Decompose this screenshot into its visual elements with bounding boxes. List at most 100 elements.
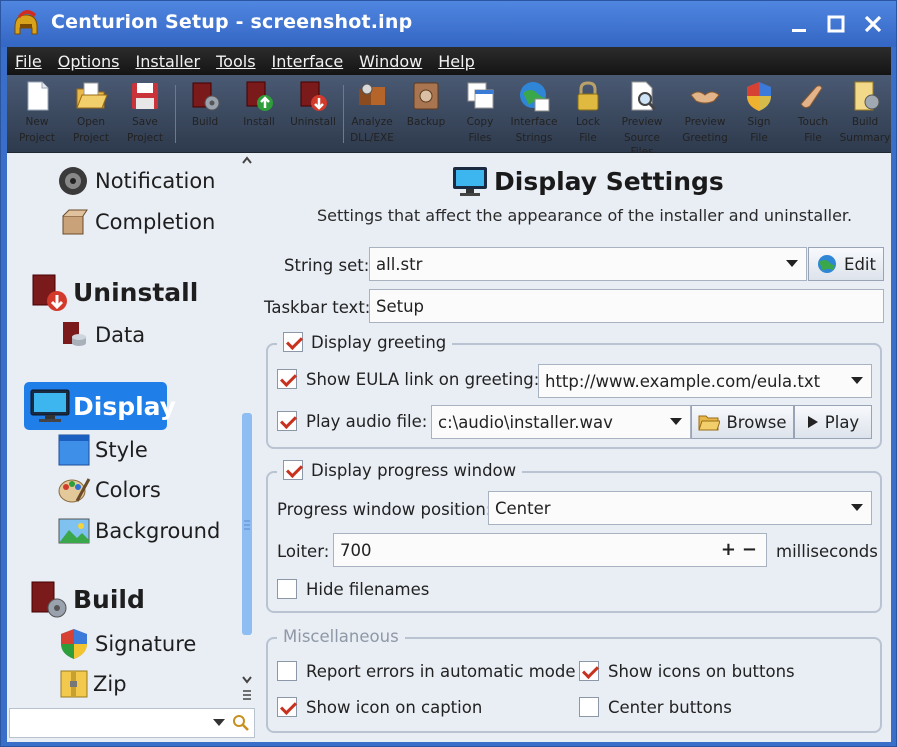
analyze-label-2: DLL/EXE <box>350 132 394 144</box>
uninstall-button[interactable]: Uninstall <box>286 79 340 151</box>
sign-file-button[interactable]: Sign File <box>732 79 786 151</box>
play-audio-checkbox[interactable] <box>277 411 297 431</box>
interface-strings-label-2: Strings <box>515 132 553 144</box>
display-progress-checkbox[interactable] <box>283 460 303 480</box>
sidebar-item-colors[interactable]: Colors <box>57 473 161 507</box>
sidebar-item-label: Notification <box>95 169 216 193</box>
loiter-value: 700 <box>340 540 372 560</box>
maximize-button[interactable] <box>821 9 851 39</box>
sidebar-item-build[interactable]: Build <box>27 578 145 620</box>
build-summary-label-1: Build <box>851 116 879 128</box>
menu-file[interactable]: File <box>7 52 50 71</box>
folder-icon <box>698 415 721 431</box>
menu-interface[interactable]: Interface <box>264 52 352 71</box>
interface-strings-button[interactable]: Interface Strings <box>507 79 561 151</box>
preview-source-button[interactable]: Preview Source Files <box>615 79 669 158</box>
edit-button[interactable]: Edit <box>808 247 884 281</box>
progress-position-label: Progress window position: <box>277 500 492 519</box>
chevron-down-icon[interactable] <box>212 717 226 727</box>
show-icon-caption-row[interactable]: Show icon on caption <box>277 697 482 717</box>
audio-file-dropdown[interactable]: c:\audio\installer.wav <box>431 405 691 439</box>
sidebar-item-uninstall[interactable]: Uninstall <box>27 271 198 313</box>
copy-files-label-2: Files <box>468 132 492 144</box>
string-set-dropdown[interactable]: all.str <box>369 247 807 281</box>
taskbar-text-input[interactable]: Setup <box>369 289 884 323</box>
menu-options[interactable]: Options <box>50 52 128 71</box>
analyze-label-1: Analyze <box>351 116 393 128</box>
progress-window-legend[interactable]: Display progress window <box>277 460 523 480</box>
menu-tools[interactable]: Tools <box>208 52 263 71</box>
sign-file-icon <box>747 82 771 111</box>
analyze-icon <box>359 83 385 105</box>
sidebar-item-background[interactable]: Background <box>57 514 220 548</box>
install-button[interactable]: Install <box>232 79 286 151</box>
sidebar-item-label: Completion <box>95 210 216 234</box>
build-button[interactable]: Build <box>178 79 232 151</box>
app-window: Centurion Setup - screenshot.inp File Op… <box>0 0 897 747</box>
sidebar-item-display[interactable]: Display <box>24 382 176 430</box>
lock-file-button[interactable]: Lock File <box>561 79 615 151</box>
loiter-decrement-button[interactable]: − <box>742 539 757 560</box>
minimize-button[interactable] <box>784 9 814 39</box>
copy-files-button[interactable]: Copy Files <box>453 79 507 151</box>
sidebar-item-label: Uninstall <box>73 277 199 307</box>
sidebar-item-completion[interactable]: Completion <box>57 206 215 238</box>
new-project-button[interactable]: New Project <box>10 79 64 151</box>
sidebar-item-zip[interactable]: Zip <box>57 667 127 701</box>
new-project-label-1: New <box>25 116 49 128</box>
menu-window[interactable]: Window <box>351 52 430 71</box>
display-greeting-legend[interactable]: Display greeting <box>277 332 453 352</box>
sidebar-item-signature[interactable]: Signature <box>57 627 196 661</box>
eula-url-dropdown[interactable]: http://www.example.com/eula.txt <box>538 364 872 398</box>
sidebar-item-style[interactable]: Style <box>57 433 148 467</box>
zip-archive-icon <box>60 670 88 698</box>
center-buttons-label: Center buttons <box>608 697 732 717</box>
menu-options-label: Options <box>57 51 120 71</box>
save-project-button[interactable]: Save Project <box>118 79 172 151</box>
toolbar-separator <box>343 85 344 143</box>
sign-file-label-2: File <box>750 132 768 144</box>
minimize-icon <box>792 29 806 32</box>
backup-button[interactable]: Backup <box>399 79 453 151</box>
analyze-button[interactable]: Analyze DLL/EXE <box>345 79 399 151</box>
show-icons-buttons-row[interactable]: Show icons on buttons <box>579 661 795 681</box>
sidebar-item-data[interactable]: Data <box>57 319 145 351</box>
sidebar-search-box[interactable] <box>9 708 255 738</box>
menu-help[interactable]: Help <box>430 52 482 71</box>
progress-position-dropdown[interactable]: Center <box>488 491 872 525</box>
show-eula-row[interactable]: Show EULA link on greeting: <box>277 369 539 389</box>
string-set-label: String set: <box>284 256 370 275</box>
browse-button[interactable]: Browse <box>691 405 794 439</box>
show-eula-checkbox[interactable] <box>277 369 297 389</box>
sidebar-scrollbar[interactable] <box>239 153 255 701</box>
loiter-increment-button[interactable]: + <box>721 539 736 560</box>
open-project-button[interactable]: Open Project <box>64 79 118 151</box>
new-project-icon <box>27 81 49 111</box>
show-icons-buttons-checkbox[interactable] <box>579 661 599 681</box>
search-icon[interactable] <box>232 714 250 732</box>
report-errors-checkbox[interactable] <box>277 661 297 681</box>
menu-installer[interactable]: Installer <box>128 52 209 71</box>
center-buttons-row[interactable]: Center buttons <box>579 697 732 717</box>
play-button[interactable]: Play <box>794 405 872 439</box>
touch-file-button[interactable]: Touch File <box>786 79 840 151</box>
hide-filenames-row[interactable]: Hide filenames <box>277 579 429 599</box>
center-buttons-checkbox[interactable] <box>579 697 599 717</box>
build-summary-button[interactable]: Build Summary <box>838 79 892 151</box>
show-icon-caption-checkbox[interactable] <box>277 697 297 717</box>
play-audio-row[interactable]: Play audio file: <box>277 411 427 431</box>
menu-help-label: Help <box>438 51 475 71</box>
sidebar-item-label: Display <box>73 391 177 421</box>
loiter-stepper[interactable]: 700 + − <box>333 533 767 567</box>
sidebar-item-notification[interactable]: Notification <box>57 165 216 197</box>
hide-filenames-checkbox[interactable] <box>277 579 297 599</box>
save-project-label-1: Save <box>132 116 158 128</box>
report-errors-row[interactable]: Report errors in automatic mode <box>277 661 576 681</box>
preview-greeting-button[interactable]: Preview Greeting <box>678 79 732 151</box>
close-button[interactable] <box>858 9 888 39</box>
preview-greeting-label-2: Greeting <box>682 132 728 144</box>
backup-icon <box>413 82 439 110</box>
loiter-unit: milliseconds <box>776 542 878 561</box>
display-greeting-checkbox[interactable] <box>283 332 303 352</box>
sidebar-item-label: Signature <box>95 632 197 656</box>
